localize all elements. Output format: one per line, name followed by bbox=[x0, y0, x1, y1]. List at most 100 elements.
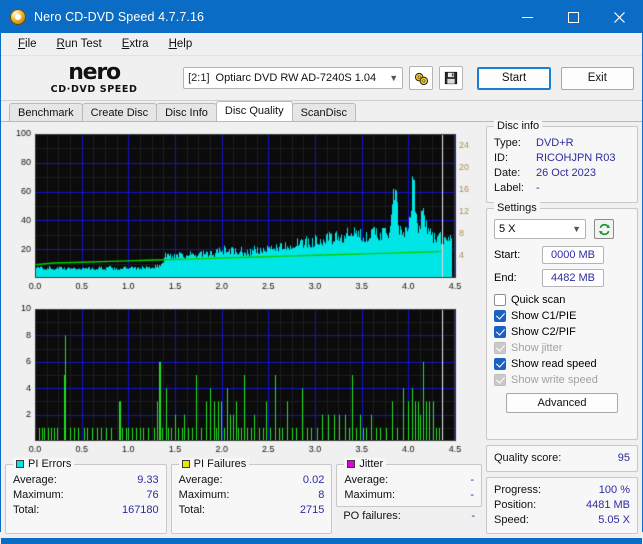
row-value: - bbox=[471, 509, 475, 524]
row-value: RICOHJPN R03 bbox=[536, 151, 615, 166]
row-value: 100 % bbox=[599, 483, 630, 498]
quality-score-row: Quality score: 95 bbox=[494, 451, 630, 466]
jitter-legend-label: Jitter bbox=[359, 458, 383, 470]
side-panel: Disc info Type: DVD+R ID: RICOHJPN R03 D… bbox=[486, 126, 638, 534]
tab-create-disc[interactable]: Create Disc bbox=[82, 103, 157, 121]
tab-strip: Benchmark Create Disc Disc Info Disc Qua… bbox=[1, 101, 642, 122]
menu-item-run-test[interactable]: Run Test bbox=[48, 35, 111, 53]
disc-info-legend: Disc info bbox=[494, 120, 542, 132]
menu-item-file[interactable]: FFileile bbox=[9, 35, 46, 53]
disc-info-panel: Disc info Type: DVD+R ID: RICOHJPN R03 D… bbox=[486, 126, 638, 203]
checkbox-show-read-speed[interactable]: Show read speed bbox=[494, 356, 630, 372]
tab-label: Create Disc bbox=[91, 107, 148, 119]
row-value: 167180 bbox=[122, 503, 159, 518]
advanced-button-label: Advanced bbox=[538, 397, 587, 409]
tab-scandisc[interactable]: ScanDisc bbox=[292, 103, 356, 121]
drive-select[interactable]: [2:1] Optiarc DVD RW AD-7240S 1.04 ▼ bbox=[183, 67, 403, 89]
checkbox-icon bbox=[494, 326, 506, 338]
app-window: Nero CD-DVD Speed 4.7.7.16 FFileile Run … bbox=[0, 0, 643, 532]
start-input[interactable]: 0000 MB bbox=[542, 246, 604, 264]
logo-line-1: nero bbox=[68, 62, 120, 84]
quality-score-label: Quality score: bbox=[494, 451, 561, 466]
position-row: Position: 4481 MB bbox=[494, 498, 630, 513]
row-value: - bbox=[536, 181, 540, 196]
drive-name: Optiarc DVD RW AD-7240S 1.04 bbox=[216, 72, 377, 84]
pie-chart[interactable] bbox=[5, 126, 482, 298]
jitter-average-row: Average: - bbox=[344, 473, 474, 488]
close-button[interactable] bbox=[596, 1, 642, 33]
checkbox-label: Show C2/PIF bbox=[511, 326, 576, 338]
pi-errors-maximum-row: Maximum: 76 bbox=[13, 488, 159, 503]
row-key: ID: bbox=[494, 151, 536, 166]
eject-button[interactable] bbox=[409, 66, 433, 90]
pi-errors-legend: PI Errors bbox=[13, 458, 74, 470]
row-value: 9.33 bbox=[137, 473, 158, 488]
advanced-button[interactable]: Advanced bbox=[506, 393, 618, 413]
checkbox-show-c2-pif[interactable]: Show C2/PIF bbox=[494, 324, 630, 340]
pi-failures-average-row: Average: 0.02 bbox=[179, 473, 325, 488]
eject-disc-icon bbox=[414, 71, 429, 86]
row-key: Total: bbox=[13, 503, 39, 518]
end-input[interactable]: 4482 MB bbox=[542, 269, 604, 287]
charts-column: PI Errors Average: 9.33 Maximum: 76 Tota… bbox=[5, 126, 482, 534]
refresh-icon bbox=[598, 223, 611, 236]
row-key: Date: bbox=[494, 166, 536, 181]
tab-benchmark[interactable]: Benchmark bbox=[9, 103, 83, 121]
checkbox-icon bbox=[494, 294, 506, 306]
checkbox-label: Show write speed bbox=[511, 374, 598, 386]
checkbox-quick-scan[interactable]: Quick scan bbox=[494, 292, 630, 308]
disc-type-row: Type: DVD+R bbox=[494, 136, 630, 151]
drive-id: [2:1] bbox=[188, 72, 209, 84]
maximize-button[interactable] bbox=[550, 1, 596, 33]
row-key: Total: bbox=[179, 503, 205, 518]
menu-item-help[interactable]: Help bbox=[160, 35, 202, 53]
row-value: 4481 MB bbox=[586, 498, 630, 513]
progress-panel: Progress: 100 % Position: 4481 MB Speed:… bbox=[486, 477, 638, 534]
row-key: Maximum: bbox=[344, 488, 395, 503]
disc-id-row: ID: RICOHJPN R03 bbox=[494, 151, 630, 166]
row-value: - bbox=[470, 488, 474, 503]
tab-disc-info[interactable]: Disc Info bbox=[156, 103, 217, 121]
checkbox-show-write-speed: Show write speed bbox=[494, 372, 630, 388]
pi-errors-total-row: Total: 167180 bbox=[13, 503, 159, 518]
end-value: 4482 MB bbox=[551, 272, 595, 284]
title-bar: Nero CD-DVD Speed 4.7.7.16 bbox=[1, 1, 642, 33]
pi-failures-panel: PI Failures Average: 0.02 Maximum: 8 Tot… bbox=[171, 464, 333, 534]
exit-button[interactable]: Exit bbox=[561, 67, 634, 90]
start-button-label: Start bbox=[502, 72, 526, 84]
checkbox-show-jitter: Show jitter bbox=[494, 340, 630, 356]
exit-button-label: Exit bbox=[588, 72, 607, 84]
quality-score-panel: Quality score: 95 bbox=[486, 445, 638, 472]
jitter-swatch bbox=[347, 460, 355, 468]
pi-errors-panel: PI Errors Average: 9.33 Maximum: 76 Tota… bbox=[5, 464, 167, 534]
speed-value: 5 X bbox=[499, 223, 516, 235]
speed-select[interactable]: 5 X ▼ bbox=[494, 219, 586, 239]
pi-errors-swatch bbox=[16, 460, 24, 468]
jitter-legend: Jitter bbox=[344, 458, 386, 470]
refresh-button[interactable] bbox=[594, 219, 614, 239]
save-button[interactable] bbox=[439, 66, 463, 90]
start-label: Start: bbox=[494, 249, 542, 261]
pif-chart[interactable] bbox=[5, 301, 482, 461]
row-value: 76 bbox=[146, 488, 158, 503]
start-value: 0000 MB bbox=[551, 249, 595, 261]
window-title: Nero CD-DVD Speed 4.7.7.16 bbox=[34, 10, 204, 24]
row-value: 2715 bbox=[300, 503, 324, 518]
checkbox-show-c1-pie[interactable]: Show C1/PIE bbox=[494, 308, 630, 324]
tab-disc-quality[interactable]: Disc Quality bbox=[216, 101, 293, 121]
row-value: - bbox=[470, 473, 474, 488]
row-key: Speed: bbox=[494, 513, 529, 528]
checkbox-icon bbox=[494, 342, 506, 354]
jitter-panel-wrap: Jitter Average: - Maximum: - PO failures… bbox=[336, 464, 482, 534]
statistics-row: PI Errors Average: 9.33 Maximum: 76 Tota… bbox=[5, 464, 482, 534]
checkbox-label: Quick scan bbox=[511, 294, 565, 306]
pi-failures-total-row: Total: 2715 bbox=[179, 503, 325, 518]
minimize-button[interactable] bbox=[504, 1, 550, 33]
toolbar: nero CD·DVD SPEED [2:1] Optiarc DVD RW A… bbox=[1, 56, 642, 101]
row-value: DVD+R bbox=[536, 136, 574, 151]
menu-item-extra[interactable]: Extra bbox=[113, 35, 158, 53]
checkbox-icon bbox=[494, 310, 506, 322]
tab-label: ScanDisc bbox=[301, 107, 347, 119]
start-button[interactable]: Start bbox=[477, 67, 550, 90]
row-key: Type: bbox=[494, 136, 536, 151]
